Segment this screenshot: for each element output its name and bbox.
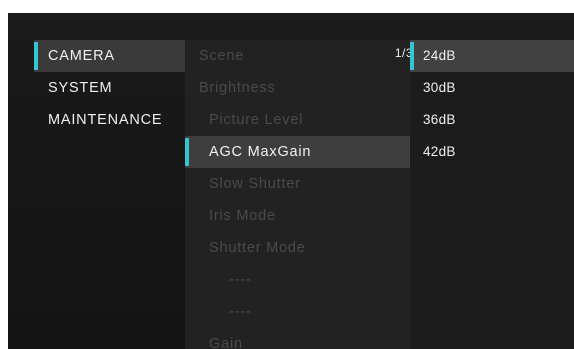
camera-osd-menu: CAMERA SYSTEM MAINTENANCE Scene 1/3 Brig… (8, 13, 574, 349)
option-42db[interactable]: 42dB (410, 136, 574, 168)
submenu-item-agc-maxgain[interactable]: AGC MaxGain (185, 136, 417, 168)
main-menu-item-label: CAMERA (48, 48, 115, 64)
submenu-item-slow-shutter[interactable]: Slow Shutter (185, 168, 417, 200)
main-menu-item-label: SYSTEM (48, 80, 113, 96)
submenu-item-label: AGC MaxGain (209, 144, 312, 160)
submenu-item-label: Brightness (199, 80, 276, 96)
submenu-item-gain[interactable]: Gain (185, 328, 417, 349)
submenu-item-picture-level[interactable]: Picture Level (185, 104, 417, 136)
submenu-item-scene[interactable]: Scene 1/3 (185, 40, 417, 72)
submenu-item-label: Slow Shutter (209, 176, 301, 192)
submenu-item-label: Picture Level (209, 112, 304, 128)
agc-maxgain-options: 24dB 30dB 36dB 42dB (410, 40, 574, 349)
submenu-item-iris-mode[interactable]: Iris Mode (185, 200, 417, 232)
option-label: 42dB (423, 144, 456, 159)
main-menu-item-camera[interactable]: CAMERA (34, 40, 193, 72)
camera-submenu: Scene 1/3 Brightness Picture Level AGC M… (185, 40, 417, 349)
submenu-item-label: Shutter Mode (209, 240, 306, 256)
submenu-item-label: ---- (229, 304, 252, 320)
screen: CAMERA SYSTEM MAINTENANCE Scene 1/3 Brig… (0, 0, 574, 349)
submenu-item-shutter-mode[interactable]: Shutter Mode (185, 232, 417, 264)
main-menu-item-maintenance[interactable]: MAINTENANCE (34, 104, 193, 136)
main-menu-item-label: MAINTENANCE (48, 112, 163, 128)
submenu-item-label: Gain (209, 336, 243, 349)
option-label: 36dB (423, 112, 456, 127)
submenu-item-label: Scene (199, 48, 245, 64)
main-menu: CAMERA SYSTEM MAINTENANCE (34, 40, 193, 136)
option-label: 24dB (423, 48, 456, 63)
option-36db[interactable]: 36dB (410, 104, 574, 136)
submenu-item-brightness[interactable]: Brightness (185, 72, 417, 104)
submenu-item-label: ---- (229, 272, 252, 288)
main-menu-item-system[interactable]: SYSTEM (34, 72, 193, 104)
submenu-item-placeholder[interactable]: ---- (185, 296, 417, 328)
option-24db[interactable]: 24dB (410, 40, 574, 72)
submenu-item-label: Iris Mode (209, 208, 276, 224)
submenu-item-placeholder[interactable]: ---- (185, 264, 417, 296)
option-30db[interactable]: 30dB (410, 72, 574, 104)
option-label: 30dB (423, 80, 456, 95)
